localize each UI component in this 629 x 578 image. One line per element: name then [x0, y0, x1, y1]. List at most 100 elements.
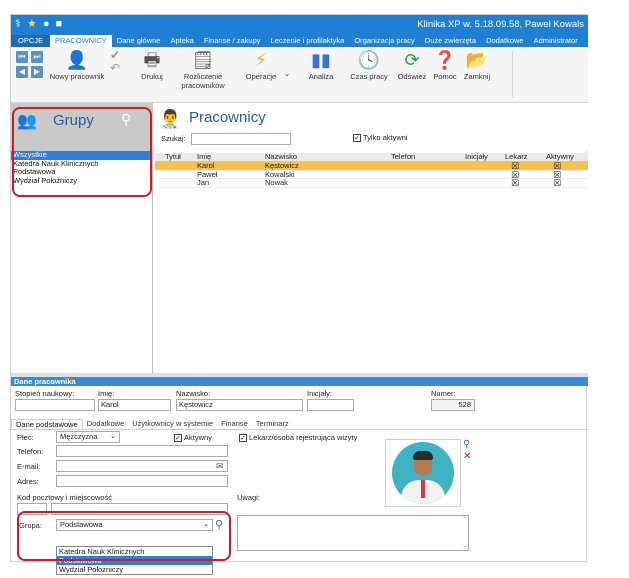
printer-icon: 🖶: [143, 50, 161, 70]
active-checkbox[interactable]: ✓ Aktywny: [174, 433, 212, 442]
group-option-podstawowa[interactable]: Podstawowa: [57, 556, 212, 565]
phone-input[interactable]: [56, 445, 228, 457]
avatar: [392, 442, 454, 504]
last-name-input[interactable]: Kęstowicz: [176, 399, 303, 411]
exit-icon: 📂: [465, 50, 489, 70]
square-icon[interactable]: ■: [55, 18, 62, 31]
last-record-icon[interactable]: ⏭: [31, 51, 43, 63]
tab-organizacja[interactable]: Organizacja pracy: [349, 35, 419, 47]
employees-title: Pracownicy: [189, 109, 266, 126]
star-icon[interactable]: ★: [27, 18, 37, 31]
title-bar: ⚕ ★ ● ■ Klinika XP w. 5.18.09.58, Paweł …: [11, 15, 588, 35]
next-record-icon[interactable]: ▶: [31, 66, 43, 78]
tab-schedule[interactable]: Terminarz: [252, 419, 293, 429]
search-label: Szukaj:: [161, 134, 186, 143]
tab-dodatkowe[interactable]: Dodatkowe: [481, 35, 529, 47]
initials-input[interactable]: [307, 399, 354, 411]
col-phone[interactable]: Telefon: [391, 152, 415, 162]
lightning-icon: ⚡: [254, 50, 268, 70]
table-row[interactable]: Paweł Kowalski ☒ ☒: [155, 170, 588, 179]
work-time-button[interactable]: 🕓 Czas pracy: [349, 49, 389, 81]
refresh-button[interactable]: ⟳ Odśwież: [397, 49, 427, 81]
tab-basic-data[interactable]: Dane podstawowe: [11, 419, 83, 429]
doctor-check-icon: ☒: [511, 178, 520, 188]
tab-duze-zwierzeta[interactable]: Duże zwierzęta: [420, 35, 481, 47]
table-row[interactable]: Jan Nowak ☒ ☒: [155, 178, 588, 188]
close-icon[interactable]: ✕: [463, 451, 471, 462]
address-label: Adres:: [17, 477, 39, 486]
group-option-wydzial[interactable]: Wydział Położniczy: [57, 565, 212, 574]
chevron-down-icon: ⌄: [110, 433, 116, 440]
analysis-button[interactable]: ▮▮ Analiza: [303, 49, 339, 81]
group-option-katedra[interactable]: Katedra Nauk Klinicznych: [57, 547, 212, 556]
tab-administrator[interactable]: Administrator: [529, 35, 583, 47]
search-icon[interactable]: ⚲: [215, 518, 223, 531]
search-icon[interactable]: ⚲: [463, 439, 471, 450]
active-check-icon: ☒: [553, 178, 562, 188]
app-icon[interactable]: ⚕: [15, 18, 21, 31]
number-label: Numer:: [431, 389, 456, 398]
postal-code-input[interactable]: [17, 503, 47, 515]
address-input[interactable]: [56, 475, 228, 487]
envelope-icon[interactable]: ✉: [216, 461, 224, 472]
search-icon[interactable]: ⚲: [121, 111, 131, 128]
col-initials[interactable]: Inicjały: [465, 152, 488, 162]
edit-tools: ✔ ↶: [107, 48, 123, 75]
ribbon-divider: [512, 51, 513, 97]
window-title: Klinika XP w. 5.18.09.58, Paweł Kowals: [417, 19, 584, 30]
sex-select[interactable]: Mężczyzna ⌄: [56, 431, 120, 443]
group-select[interactable]: Podstawowa ⌄: [56, 519, 213, 531]
first-name-label: Imię:: [98, 389, 115, 398]
operations-dropdown[interactable]: ⌄: [283, 69, 291, 78]
table-row[interactable]: Karol Kęstowicz ☒ ☒: [155, 161, 588, 171]
sex-label: Płeć:: [17, 433, 34, 442]
employees-table: Tytuł Imię Nazwisko Telefon Inicjały Lek…: [155, 152, 588, 373]
undo-icon[interactable]: ↶: [110, 61, 120, 75]
settlement-button[interactable]: 🗒 Rozliczenie pracowników: [177, 49, 229, 90]
tab-opcje[interactable]: OPCJE: [11, 35, 51, 47]
help-button[interactable]: ❓ Pomoc: [432, 49, 458, 81]
operations-button[interactable]: ⚡ Operacje: [241, 49, 281, 81]
detail-tabs: Dane podstawowe Dodatkowe Użytkownicy w …: [11, 419, 588, 430]
search-input[interactable]: [191, 133, 291, 145]
tab-pomoc[interactable]: Pomoc: [583, 35, 616, 47]
tab-pracownicy[interactable]: PRACOWNICY: [50, 35, 112, 47]
tab-leczenie[interactable]: Leczenie i profilaktyka: [266, 35, 350, 47]
ledger-icon: 🗒: [191, 50, 215, 70]
group-dropdown-list: Katedra Nauk Klinicznych Podstawowa Wydz…: [56, 546, 213, 575]
first-record-icon[interactable]: ⏮: [16, 51, 28, 63]
tab-additional[interactable]: Dodatkowe: [83, 419, 129, 429]
tab-apteka[interactable]: Apteka: [165, 35, 198, 47]
notes-textarea[interactable]: ⌃ ⌄: [237, 515, 469, 551]
photo-actions: ⚲ ✕: [463, 439, 471, 462]
prev-record-icon[interactable]: ◀: [16, 66, 28, 78]
print-button[interactable]: 🖶 Drukuj: [137, 49, 167, 81]
ribbon-tabs: OPCJE PRACOWNICY Dane główne Apteka Fina…: [11, 35, 611, 47]
refresh-icon: ⟳: [404, 50, 420, 70]
clock-icon: 🕓: [357, 50, 381, 70]
checkbox-checked-icon: ✓: [353, 133, 361, 142]
tab-finances[interactable]: Finanse: [217, 419, 252, 429]
doctor-checkbox[interactable]: ✓ Lekarz/osoba rejestrująca wizyty: [239, 433, 357, 442]
degree-input[interactable]: [15, 399, 95, 411]
details-header: Dane pracownika: [11, 377, 588, 386]
email-input[interactable]: [56, 460, 228, 472]
number-field: 528: [431, 399, 475, 411]
tab-finanse[interactable]: Finanse / zakupy: [199, 35, 266, 47]
chevron-down-icon: ⌄: [283, 69, 291, 78]
add-user-icon: 👤: [65, 50, 89, 70]
groups-list: Wszystkie Katedra Nauk Klinicznych Podst…: [11, 150, 153, 373]
close-button[interactable]: 📂 Zamknij: [462, 49, 492, 81]
tab-system-users[interactable]: Użytkownicy w systemie: [128, 419, 217, 429]
group-item-wydzial[interactable]: Wydział Położniczy: [11, 176, 152, 186]
users-icon: 👥: [17, 113, 37, 130]
city-input[interactable]: [51, 503, 228, 515]
col-title[interactable]: Tytuł: [165, 152, 181, 162]
scroll-up-icon[interactable]: ⌃: [462, 516, 467, 524]
only-active-checkbox[interactable]: ✓ Tylko aktywni: [353, 133, 408, 142]
group-label: Grupa:: [19, 521, 42, 530]
circle-icon[interactable]: ●: [43, 18, 50, 31]
scroll-down-icon[interactable]: ⌄: [462, 542, 467, 550]
first-name-input[interactable]: Karol: [98, 399, 171, 411]
new-employee-button[interactable]: 👤 Nowy pracownik: [49, 49, 105, 81]
